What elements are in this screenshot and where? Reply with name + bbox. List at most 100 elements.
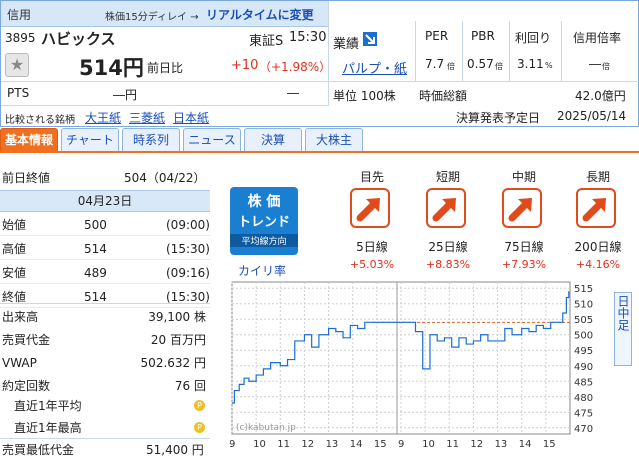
x-tick-label: 14 [350,439,363,450]
quote-date: 04月23日 [0,190,210,212]
trend-up-arrow-icon [350,188,390,228]
trend-up-arrow-icon [426,188,466,228]
earnings-date: 2025/05/14 [557,109,627,123]
intraday-toggle[interactable]: 日中足 [614,292,632,366]
yield-value: 3.11 [517,57,544,71]
performance-label: 業績 [333,37,360,52]
earnings-label: 決算発表予定日 [456,111,541,125]
tab-chart[interactable]: チャート [61,128,119,152]
pbr-unit: 倍 [495,62,503,71]
trend-ma-label: 25日線 [428,240,468,254]
stock-name: ハビックス [41,30,116,48]
margin-ratio-value: ― [589,57,601,71]
tab-time-series[interactable]: 時系列 [122,128,180,152]
trend-pct: +8.83% [425,258,471,271]
stat-label: 約定回数 [2,379,51,393]
y-tick-label: 510 [574,300,593,311]
tab-underline [0,151,639,153]
yield-header: 利回り [515,31,552,45]
trend-ma-label: 5日線 [356,240,388,254]
credit-label: 信用 [7,8,32,22]
x-tick-label: 13 [495,439,508,450]
trend-head: 短期 [435,170,460,184]
trend-item: 長期 200日線 +4.16% [568,168,628,276]
intraday-chart[interactable]: 470 475 480 485 490 495 500 505 510 515 9 10 11 12 13 1… [230,278,639,453]
x-tick-label: 11 [277,439,290,450]
watermark: (c)kabutan.jp [236,423,296,433]
x-tick-label: 9 [230,439,235,450]
trend-head: 目先 [359,170,384,184]
y-tick-label: 470 [574,424,593,435]
per-value: 7.7 [425,57,445,71]
stat-value: 502.632 円 [140,356,206,370]
x-tick-label: 9 [398,439,404,450]
stat-row: 約定回数 76 回 [0,375,210,397]
performance-arrow-icon[interactable] [363,32,377,46]
yield-unit: % [545,61,553,70]
realtime-link[interactable]: リアルタイムに変更 [206,6,314,23]
tab-news[interactable]: ニュース [183,128,241,152]
prev-close-value: 504（04/22） [124,171,206,185]
compare-label: 比較される銘柄 [5,115,75,126]
unit-label: 単位 100株 [333,89,396,103]
margin-ratio-header: 信用倍率 [573,31,622,45]
y-tick-label: 490 [574,362,593,373]
stat-row: VWAP 502.632 円 [0,352,210,374]
prev-close-label: 前日終値 [2,171,51,185]
trend-ma-label: 75日線 [504,240,544,254]
ohlc-time: (09:00) [166,218,210,232]
x-tick-label: 15 [543,439,556,450]
tab-basic-info[interactable]: 基本情報 [0,128,58,152]
trend-badge: 株 価 トレンド 平均線方向 [230,187,298,255]
premium-lock-icon[interactable]: P [194,422,205,433]
ohlc-time: (15:30) [166,290,210,304]
pts-change: ― [287,86,299,100]
trend-pct: +5.03% [349,258,395,271]
stat-label: 出来高 [2,310,39,324]
tab-earnings[interactable]: 決算 [244,128,302,152]
change-label: 前日比 [147,61,184,75]
compare-link-mitsubishi[interactable]: 三菱紙 [129,109,165,126]
premium-lock-icon[interactable]: P [194,400,205,411]
x-tick-label: 10 [253,439,266,450]
pbr-header: PBR [471,29,495,43]
x-tick-label: 15 [374,439,387,450]
min-buy-value: 51,400 円 [146,443,204,457]
stat-row: 売買代金 20 百万円 [0,329,210,351]
x-tick-label: 14 [519,439,532,450]
trend-item: 中期 75日線 +7.93% [494,168,554,276]
tab-major-shareholders[interactable]: 大株主 [305,128,363,152]
compare-link-daio[interactable]: 大王紙 [85,109,121,126]
ohlc-row: 終値 514 (15:30) [0,286,210,308]
trend-item: 短期 25日線 +8.83% [418,168,478,276]
y-tick-label: 505 [574,315,593,326]
ohlc-value: 489 [84,266,107,280]
quote-time: 15:30 [289,30,327,45]
prev-close-row: 前日終値 504（04/22） [0,167,210,189]
ohlc-label: 始値 [2,218,27,232]
stat-value: 20 百万円 [150,333,206,347]
x-tick-label: 12 [301,439,314,450]
min-buy-label: 売買最低代金 [2,443,75,457]
y-tick-label: 500 [574,331,593,342]
stat-label: VWAP [2,356,37,370]
trend-up-arrow-icon [576,188,616,228]
compare-link-nippon[interactable]: 日本紙 [173,109,209,126]
trend-badge-sub: 平均線方向 [230,234,298,247]
y-tick-label: 495 [574,346,593,357]
market-cap-label: 時価総額 [419,89,468,103]
margin-ratio-unit: 倍 [602,62,610,71]
sector-link[interactable]: パルプ・紙 [342,58,407,77]
ohlc-label: 高値 [2,242,27,256]
trend-pct: +4.16% [575,258,621,271]
trend-up-arrow-icon [502,188,542,228]
stock-summary-panel: 信用 株価15分ディレイ → リアルタイムに変更 3895 ハビックス 東証S … [0,0,639,127]
favorite-star-icon[interactable]: ★ [5,53,29,77]
year-avg-label: 直近1年平均 [14,399,82,413]
stat-row: 出来高 39,100 株 [0,306,210,328]
ohlc-row: 高値 514 (15:30) [0,238,210,260]
ohlc-time: (15:30) [166,242,210,256]
stat-value: 39,100 株 [148,310,206,324]
side-label: 日中足 [616,295,630,331]
stat-label: 売買代金 [2,333,51,347]
